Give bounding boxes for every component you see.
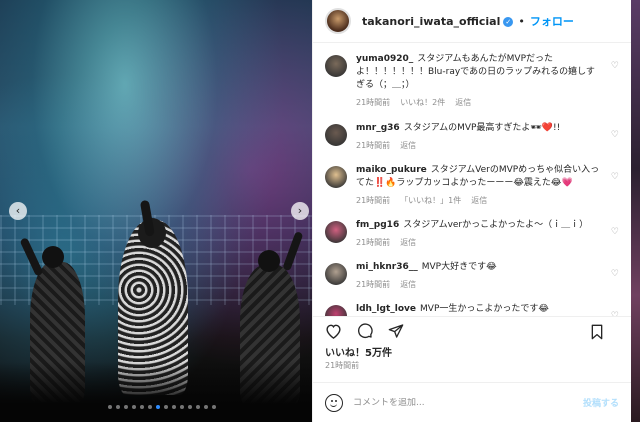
carousel-dot[interactable] (196, 405, 200, 409)
comment-meta: 21時間前 返信 (356, 140, 601, 151)
comment-username[interactable]: ldh_lgt_love (356, 304, 416, 314)
chevron-right-icon[interactable]: › (291, 202, 309, 220)
post-photo: ‹ › (0, 0, 312, 422)
like-count[interactable]: いいね！5万件 (313, 344, 631, 359)
comment-item: yuma0920_ スタジアムもあんたがMVPだったよ！！！！！！！Blu-ray… (325, 53, 619, 108)
comment-time[interactable]: 21時間前 (356, 237, 390, 248)
reply-button[interactable]: 返信 (400, 140, 416, 151)
comment-icon[interactable] (356, 322, 373, 339)
comment-time[interactable]: 21時間前 (356, 97, 390, 108)
reply-button[interactable]: 返信 (400, 237, 416, 248)
carousel-dot[interactable] (156, 405, 160, 409)
comment-input[interactable] (353, 397, 583, 408)
comment-text: fm_pg16 スタジアムverかっこよかったよ〜（ｉ＿ｉ） (356, 219, 601, 232)
comment-meta: 21時間前 いいね！2件 返信 (356, 97, 601, 108)
comment-heart-icon[interactable]: ♡ (611, 130, 619, 140)
comment-item: mi_hknr36__ MVP大好きです😂 21時間前 返信 ♡ (325, 261, 619, 290)
post-timestamp[interactable]: 21時間前 (313, 358, 631, 382)
comment-avatar[interactable] (325, 55, 347, 77)
post-button[interactable]: 投稿する (583, 396, 619, 409)
comment-content: スタジアムのMVP最高すぎたよ🕶❤️!! (403, 123, 561, 133)
comment-text: yuma0920_ スタジアムもあんたがMVPだったよ！！！！！！！Blu-ray… (356, 53, 601, 92)
verified-icon: ✓ (503, 16, 514, 27)
carousel-dots (108, 405, 216, 409)
comment-time[interactable]: 21時間前 (356, 195, 390, 206)
emoji-icon[interactable] (325, 393, 343, 412)
comment-body: yuma0920_ スタジアムもあんたがMVPだったよ！！！！！！！Blu-ray… (356, 53, 601, 108)
post-sidebar: takanori_iwata_official ✓ • フォロー yuma0920… (312, 0, 631, 422)
comment-avatar[interactable] (325, 221, 347, 243)
comment-content: MVP大好きです😂 (421, 262, 497, 272)
comment-body: fm_pg16 スタジアムverかっこよかったよ〜（ｉ＿ｉ） 21時間前 返信 (356, 219, 601, 248)
carousel-dot[interactable] (180, 405, 184, 409)
stage-floor (0, 362, 312, 422)
comment-like-count[interactable]: いいね！2件 (400, 97, 445, 108)
comment-text: mi_hknr36__ MVP大好きです😂 (356, 261, 601, 274)
carousel-dot[interactable] (204, 405, 208, 409)
comment-meta: 21時間前 返信 (356, 279, 601, 290)
dancer-right-head (258, 250, 280, 272)
carousel-dot[interactable] (116, 405, 120, 409)
comment-username[interactable]: fm_pg16 (356, 220, 399, 230)
comment-avatar[interactable] (325, 263, 347, 285)
header-separator: • (518, 14, 525, 28)
screen: ‹ › takanori_iwata_official ✓ • フォロー yuma… (0, 0, 640, 422)
comment-username[interactable]: mnr_g36 (356, 123, 400, 133)
carousel-dot[interactable] (212, 405, 216, 409)
comment-username[interactable]: yuma0920_ (356, 54, 413, 64)
comment-text: maiko_pukure スタジアムVerのMVPめっちゃ似合い入ってた‼️🔥ラッ… (356, 164, 601, 190)
carousel-dot[interactable] (188, 405, 192, 409)
reply-button[interactable]: 返信 (471, 195, 487, 206)
comment-avatar[interactable] (325, 166, 347, 188)
comment-avatar[interactable] (325, 305, 347, 316)
reply-button[interactable]: 返信 (400, 279, 416, 290)
comment-time[interactable]: 21時間前 (356, 140, 390, 151)
comment-meta: 21時間前 「いいね！」1件 返信 (356, 195, 601, 206)
comment-like-count[interactable]: 「いいね！」1件 (400, 195, 461, 206)
carousel-dot[interactable] (172, 405, 176, 409)
comment-avatar[interactable] (325, 124, 347, 146)
chevron-left-icon[interactable]: ‹ (9, 202, 27, 220)
comment-content: スタジアムverかっこよかったよ〜（ｉ＿ｉ） (403, 220, 589, 230)
comment-time[interactable]: 21時間前 (356, 279, 390, 290)
carousel-dot[interactable] (140, 405, 144, 409)
dancer-left-head (42, 246, 64, 268)
comment-content: MVP一生かっこよかったです😂 (420, 304, 549, 314)
reply-button[interactable]: 返信 (455, 97, 471, 108)
comment-item: fm_pg16 スタジアムverかっこよかったよ〜（ｉ＿ｉ） 21時間前 返信 ♡ (325, 219, 619, 248)
comment-item: maiko_pukure スタジアムVerのMVPめっちゃ似合い入ってた‼️🔥ラッ… (325, 164, 619, 206)
comment-heart-icon[interactable]: ♡ (611, 61, 619, 71)
comment-body: maiko_pukure スタジアムVerのMVPめっちゃ似合い入ってた‼️🔥ラッ… (356, 164, 601, 206)
comment-heart-icon[interactable]: ♡ (611, 172, 619, 182)
comment-username[interactable]: maiko_pukure (356, 165, 427, 175)
action-bar (313, 316, 631, 344)
comment-list: yuma0920_ スタジアムもあんたがMVPだったよ！！！！！！！Blu-ray… (313, 43, 631, 316)
carousel-dot[interactable] (124, 405, 128, 409)
comment-item: ldh_lgt_love MVP一生かっこよかったです😂 ♡ (325, 303, 619, 316)
comment-meta: 21時間前 返信 (356, 237, 601, 248)
share-icon[interactable] (387, 322, 404, 339)
comment-heart-icon[interactable]: ♡ (611, 227, 619, 237)
post-header: takanori_iwata_official ✓ • フォロー (313, 0, 631, 43)
comment-body: ldh_lgt_love MVP一生かっこよかったです😂 (356, 303, 601, 316)
add-comment-bar: 投稿する (313, 382, 631, 422)
comment-body: mnr_g36 スタジアムのMVP最高すぎたよ🕶❤️!! 21時間前 返信 (356, 122, 601, 151)
comment-body: mi_hknr36__ MVP大好きです😂 21時間前 返信 (356, 261, 601, 290)
heart-icon[interactable] (325, 322, 342, 339)
post-modal: ‹ › takanori_iwata_official ✓ • フォロー yuma… (0, 0, 631, 422)
comment-heart-icon[interactable]: ♡ (611, 269, 619, 279)
comment-item: mnr_g36 スタジアムのMVP最高すぎたよ🕶❤️!! 21時間前 返信 ♡ (325, 122, 619, 151)
carousel-dot[interactable] (148, 405, 152, 409)
carousel-dot[interactable] (132, 405, 136, 409)
bookmark-icon[interactable] (588, 323, 605, 340)
carousel-dot[interactable] (164, 405, 168, 409)
comment-text: mnr_g36 スタジアムのMVP最高すぎたよ🕶❤️!! (356, 122, 601, 135)
post-username[interactable]: takanori_iwata_official ✓ (362, 15, 514, 28)
follow-button[interactable]: フォロー (530, 13, 574, 29)
avatar[interactable] (325, 8, 351, 34)
comment-text: ldh_lgt_love MVP一生かっこよかったです😂 (356, 303, 601, 316)
comment-username[interactable]: mi_hknr36__ (356, 262, 418, 272)
post-username-text[interactable]: takanori_iwata_official (362, 15, 500, 28)
carousel-dot[interactable] (108, 405, 112, 409)
